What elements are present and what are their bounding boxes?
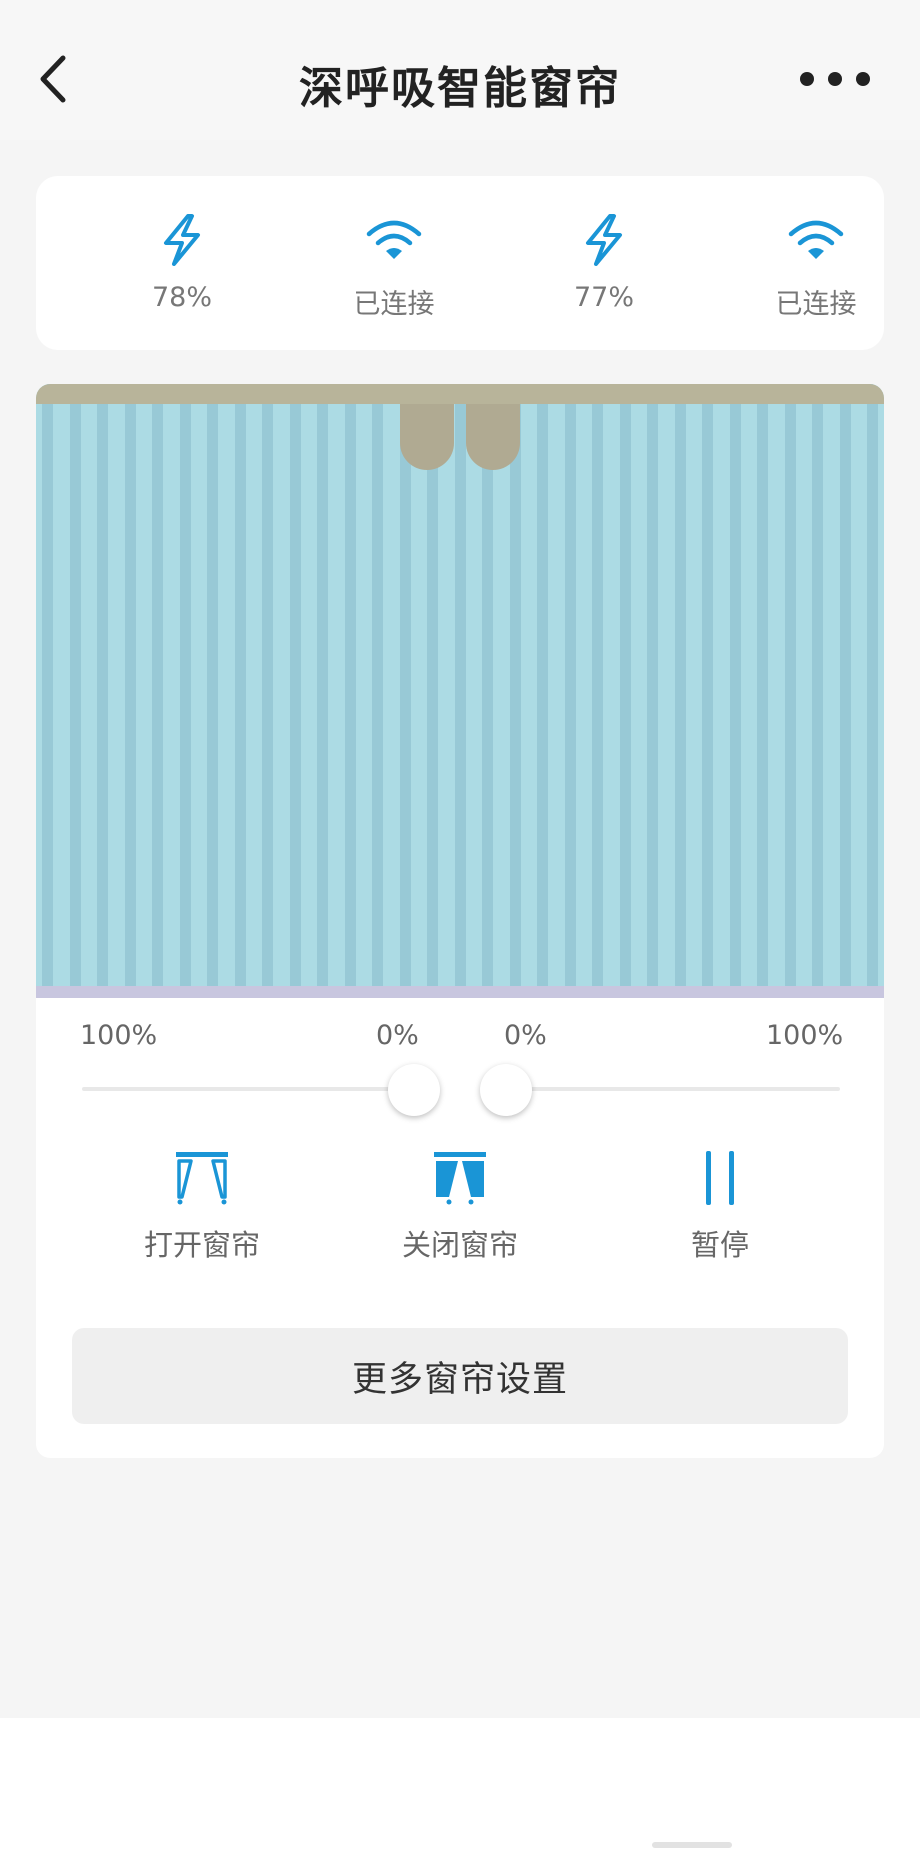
more-curtain-settings-button[interactable]: 更多窗帘设置 [72, 1328, 848, 1424]
lightning-icon [164, 214, 200, 266]
curtain-pleat [344, 384, 356, 998]
curtain-pleat [152, 384, 163, 998]
battery-label: 77% [573, 282, 634, 313]
curtain-fringe [36, 986, 884, 998]
curtain-pleat [757, 384, 768, 998]
right-current-percent: 0% [504, 1020, 547, 1051]
curtain-pleat [42, 384, 53, 998]
curtain-pleat [454, 384, 466, 998]
left-motor [400, 404, 454, 470]
left-motor-connection: 已连接 [314, 212, 474, 321]
curtain-pleat [674, 384, 686, 998]
curtain-pleat [97, 384, 108, 998]
pause-button[interactable]: 暂停 [620, 1148, 820, 1264]
connection-label: 已连接 [775, 289, 857, 320]
curtain-pleat [179, 384, 191, 998]
curtain-pleat [207, 384, 218, 998]
more-options-button[interactable] [800, 66, 870, 92]
curtain-pleat [784, 384, 796, 998]
curtain-close-icon [434, 1152, 486, 1205]
curtain-pleat [729, 384, 741, 998]
curtain-pleat [427, 384, 438, 998]
curtain-pleat [509, 384, 521, 998]
lightning-icon [586, 214, 622, 266]
curtain-pleat [124, 384, 136, 998]
curtain-pleat [482, 384, 493, 998]
curtain-pleat [592, 384, 603, 998]
curtain-pleat [289, 384, 301, 998]
curtain-control-card: 100% 0% 0% 100% 打开窗帘 关闭窗帘 暂停 更多窗帘设置 [36, 384, 884, 1458]
left-curtain-slider-track[interactable] [82, 1087, 422, 1091]
battery-label: 78% [151, 282, 212, 313]
curtain-illustration [36, 384, 884, 998]
curtain-pleat [564, 384, 576, 998]
curtain-fabric [36, 384, 884, 998]
curtain-pleat [262, 384, 273, 998]
right-motor-battery: 77% [524, 212, 684, 313]
close-curtain-label: 关闭窗帘 [401, 1228, 518, 1262]
curtain-open-icon [176, 1152, 228, 1205]
curtain-pleat [234, 384, 246, 998]
curtain-pleat [619, 384, 631, 998]
right-curtain-slider-thumb[interactable] [480, 1064, 532, 1116]
left-open-percent: 100% [80, 1020, 158, 1051]
curtain-pleat [399, 384, 411, 998]
page-title: 深呼吸智能窗帘 [299, 63, 621, 114]
pause-icon [706, 1151, 734, 1205]
curtain-pleat [839, 384, 851, 998]
wifi-icon [366, 220, 422, 259]
close-curtain-button[interactable]: 关闭窗帘 [360, 1148, 560, 1264]
left-curtain-slider-thumb[interactable] [388, 1064, 440, 1116]
open-curtain-label: 打开窗帘 [143, 1228, 260, 1262]
curtain-pleat [867, 384, 878, 998]
left-motor-battery: 78% [102, 212, 262, 313]
right-motor-connection: 已连接 [736, 212, 896, 321]
bottom-safe-area [0, 1718, 920, 1860]
curtain-pleat [537, 384, 548, 998]
curtain-pleat [372, 384, 383, 998]
curtain-pleat [69, 384, 81, 998]
wifi-icon [788, 220, 844, 259]
device-status-card: 78% 已连接 77% 已连接 [36, 176, 884, 350]
top-bar: 深呼吸智能窗帘 [0, 0, 920, 140]
more-dot [856, 72, 870, 86]
curtain-rail [36, 384, 884, 404]
curtain-pleat [812, 384, 823, 998]
right-motor [466, 404, 520, 470]
connection-label: 已连接 [353, 289, 435, 320]
more-dot [828, 72, 842, 86]
curtain-pleat [702, 384, 713, 998]
right-curtain-slider-track[interactable] [506, 1087, 840, 1091]
more-horizontal-icon [800, 72, 814, 86]
pause-label: 暂停 [690, 1228, 749, 1262]
home-indicator [652, 1842, 732, 1848]
curtain-pleat [647, 384, 658, 998]
curtain-pleat [317, 384, 328, 998]
left-current-percent: 0% [376, 1020, 419, 1051]
open-curtain-button[interactable]: 打开窗帘 [102, 1148, 302, 1264]
right-open-percent: 100% [766, 1020, 844, 1051]
